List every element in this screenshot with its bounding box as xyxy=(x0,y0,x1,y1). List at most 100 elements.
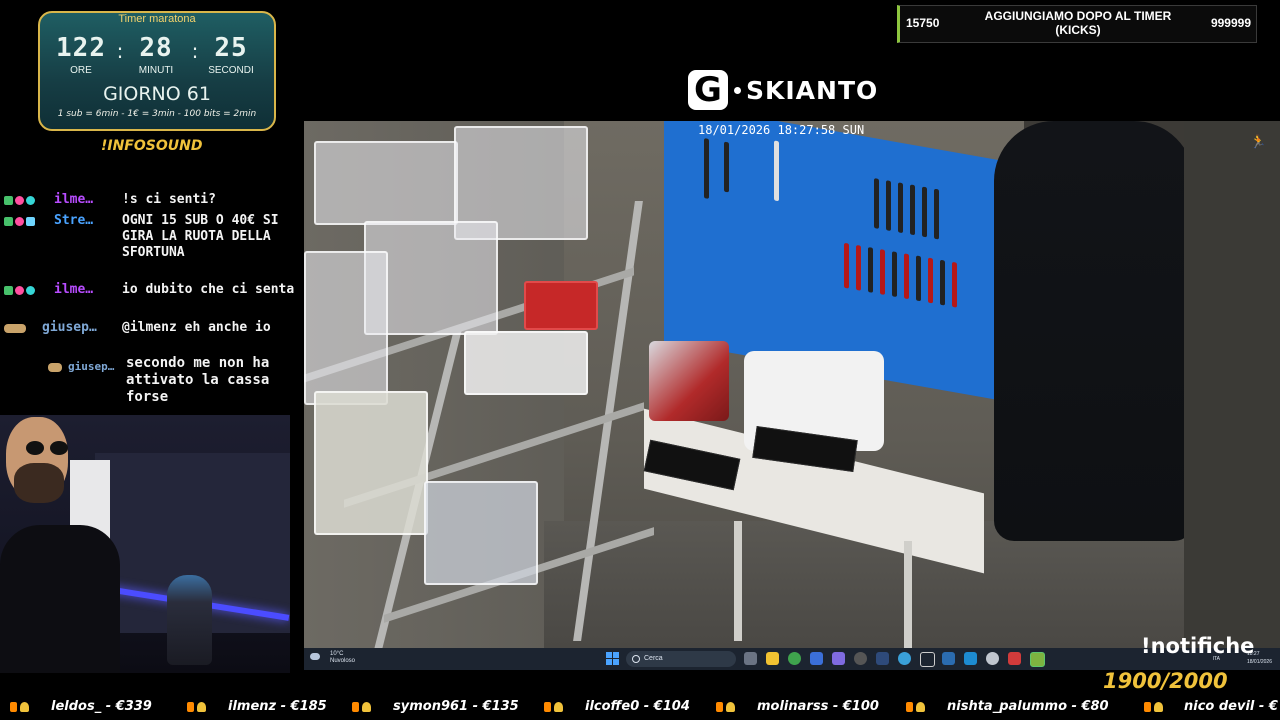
weather-desc: Nuvoloso xyxy=(330,658,356,664)
app-icon[interactable] xyxy=(854,652,867,665)
chat-text: OGNI 15 SUB O 40€ SI GIRA LA RUOTA DELLA… xyxy=(122,213,279,260)
bench-leg xyxy=(734,521,742,641)
fire-icon xyxy=(352,702,359,712)
trophy-icon xyxy=(554,702,563,712)
fire-icon xyxy=(906,702,913,712)
kicks-goal-box: 15750 AGGIUNGIAMO DOPO AL TIMER (KICKS) … xyxy=(897,5,1257,43)
donation-icons xyxy=(906,702,925,712)
windows-start-icon[interactable] xyxy=(606,652,620,666)
webcam-streamer-body xyxy=(0,525,120,673)
trophy-icon xyxy=(726,702,735,712)
timer-minutes-label: MINUTI xyxy=(138,65,174,76)
logo-letter: G xyxy=(688,70,728,110)
donation-icons xyxy=(352,702,371,712)
donation-item: molinarss - €100 xyxy=(757,699,879,714)
app-icon[interactable] xyxy=(986,652,999,665)
chat-text: secondo me non ha attivato la cassa fors… xyxy=(126,355,270,405)
webcam-streamer xyxy=(0,415,82,535)
donation-icons xyxy=(544,702,563,712)
app-icon[interactable] xyxy=(942,652,955,665)
person-in-background xyxy=(994,121,1194,541)
storage-box xyxy=(314,391,428,535)
task-view-icon[interactable] xyxy=(744,652,757,665)
sub-badge-icon xyxy=(15,217,24,226)
fire-icon xyxy=(1144,702,1151,712)
weather-text: 10°C Nuvoloso xyxy=(330,651,380,665)
goal-target: 999999 xyxy=(1210,16,1251,30)
chat-text: @ilmenz eh anche io xyxy=(122,320,271,335)
trophy-icon xyxy=(197,702,206,712)
donation-item: symon961 - €135 xyxy=(393,699,519,714)
windows-taskbar: 10°C Nuvoloso Cerca ITA 18:27 18/01/2026 xyxy=(304,648,1280,670)
timer-title: Timer maratona xyxy=(118,13,196,25)
timer-minutes: 28 xyxy=(139,33,173,63)
timer-seconds: 25 xyxy=(214,33,248,63)
fire-icon xyxy=(187,702,194,712)
timer-digits: 122 : 28 : 25 xyxy=(40,33,274,69)
app-icon[interactable] xyxy=(1030,652,1045,667)
donation-icons xyxy=(10,702,29,712)
donation-item: ilmenz - €185 xyxy=(228,699,327,714)
shopping-bag xyxy=(649,341,729,421)
goal-current: 15750 xyxy=(906,16,940,30)
goal-label: AGGIUNGIAMO DOPO AL TIMER (KICKS) xyxy=(984,9,1172,37)
sub-badge-icon xyxy=(48,363,62,372)
app-icon[interactable] xyxy=(898,652,911,665)
verified-badge-icon xyxy=(4,196,13,205)
timer-day: GIORNO 61 xyxy=(103,83,211,105)
chat-badges xyxy=(4,217,35,226)
weather-icon xyxy=(310,653,320,660)
taskbar-search[interactable]: Cerca xyxy=(626,651,736,667)
verified-badge-icon xyxy=(4,286,13,295)
file-explorer-icon[interactable] xyxy=(766,652,779,665)
tray-date: 18/01/2026 xyxy=(1246,659,1272,665)
browser-icon[interactable] xyxy=(788,652,801,665)
webcam-speaker xyxy=(167,575,212,665)
sub-badge-icon xyxy=(15,286,24,295)
moderator-badge-icon xyxy=(26,217,35,226)
chat-text: io dubito che ci senta xyxy=(122,282,295,297)
app-icon[interactable] xyxy=(810,652,823,665)
chat-badges xyxy=(48,363,62,372)
app-icon[interactable] xyxy=(1008,652,1021,665)
trophy-icon xyxy=(1154,702,1163,712)
streamer-glasses xyxy=(26,441,70,455)
fire-icon xyxy=(716,702,723,712)
streamer-beard xyxy=(14,463,64,503)
search-label: Cerca xyxy=(644,655,663,662)
chat-username[interactable]: Stre… xyxy=(54,213,93,228)
donation-item: nico devil - € xyxy=(1184,699,1278,714)
timer-hours-label: ORE xyxy=(70,65,92,76)
storage-box xyxy=(314,141,458,225)
donation-icons xyxy=(187,702,206,712)
trophy-icon xyxy=(20,702,29,712)
chat-text: !s ci senti? xyxy=(122,192,216,207)
app-icon[interactable] xyxy=(920,652,935,667)
garage-camera-feed: 18/01/2026 18:27:58 SUN 🏃 xyxy=(304,121,1280,648)
sub-badge-icon xyxy=(4,324,26,333)
red-case xyxy=(524,281,598,330)
app-icon[interactable] xyxy=(832,652,845,665)
chat-username[interactable]: giusep… xyxy=(42,320,97,335)
timer-rates: 1 sub = 6min - 1€ = 3min - 100 bits = 2m… xyxy=(57,109,257,119)
walk-icon: 🏃 xyxy=(1250,135,1267,150)
chat-username[interactable]: giusep… xyxy=(68,360,114,373)
chat-username[interactable]: ilme… xyxy=(54,282,93,297)
weather-temp: 10°C xyxy=(330,651,344,657)
storage-box xyxy=(424,481,538,585)
donation-icons xyxy=(716,702,735,712)
verified-badge-icon xyxy=(4,217,13,226)
notifiche-command: !notifiche xyxy=(1141,634,1255,658)
donations-ticker: leldos_ - €339 ilmenz - €185 symon961 - … xyxy=(0,696,1280,720)
chat-username[interactable]: ilme… xyxy=(54,192,93,207)
fire-icon xyxy=(10,702,17,712)
fire-icon xyxy=(544,702,551,712)
app-icon[interactable] xyxy=(964,652,977,665)
app-icon[interactable] xyxy=(876,652,889,665)
webcam-feed xyxy=(0,415,290,673)
donation-item: leldos_ - €339 xyxy=(51,699,152,714)
chat-badges xyxy=(4,196,35,205)
logo-text: SKIANTO xyxy=(746,75,879,105)
sub-badge-icon xyxy=(15,196,24,205)
storage-box xyxy=(304,251,388,405)
